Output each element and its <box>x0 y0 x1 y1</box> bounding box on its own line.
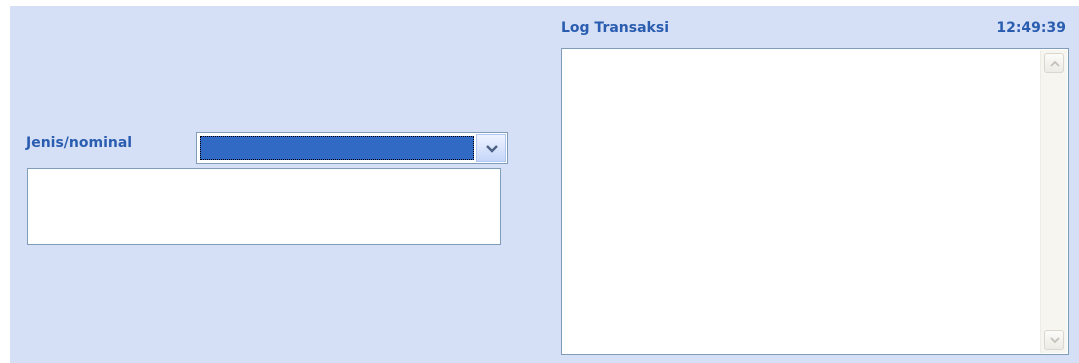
vertical-scrollbar[interactable] <box>1040 50 1067 353</box>
jenis-nominal-select[interactable] <box>196 132 508 164</box>
scroll-up-arrow-icon <box>1050 60 1060 67</box>
jenis-nominal-label: Jenis/nominal <box>26 135 133 151</box>
scroll-up-button[interactable] <box>1044 53 1064 73</box>
log-transaksi-textarea[interactable] <box>561 48 1069 355</box>
detail-text-box[interactable] <box>27 168 501 245</box>
chevron-down-icon <box>486 145 498 153</box>
clock-time: 12:49:39 <box>996 20 1066 36</box>
scroll-down-arrow-icon <box>1050 337 1060 344</box>
scroll-down-button[interactable] <box>1044 330 1064 350</box>
jenis-nominal-selected-value[interactable] <box>200 136 474 160</box>
main-panel: Jenis/nominal Log Transaksi 12:49:39 <box>10 6 1079 363</box>
log-transaksi-title: Log Transaksi <box>561 20 669 36</box>
dropdown-button[interactable] <box>476 134 506 162</box>
